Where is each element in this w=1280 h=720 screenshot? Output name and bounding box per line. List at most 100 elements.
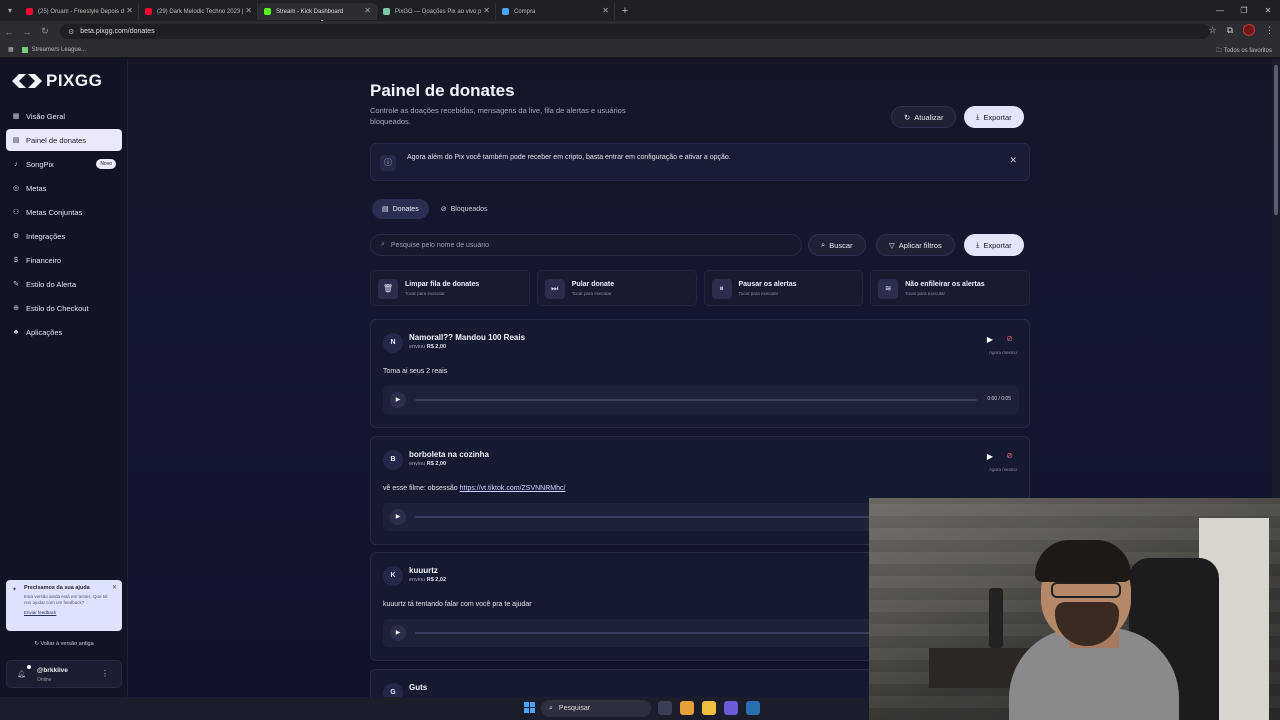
bookmark-item[interactable]: Streamers League... <box>21 46 86 53</box>
close-window-icon[interactable]: ✕ <box>1256 0 1280 21</box>
bell-icon[interactable]: 🔔︎ <box>17 670 26 678</box>
online-indicator <box>27 665 31 669</box>
reload-icon[interactable]: ↻ <box>36 26 54 37</box>
group-target-icon: ⚇ <box>12 209 20 216</box>
menu-icon[interactable]: ⋮ <box>1265 25 1274 36</box>
sidebar-item-painel-de-donates[interactable]: ▤ Painel de donates <box>6 129 122 151</box>
skip-donate-action[interactable]: ⏭︎ Pular donate Tocar para executar <box>536 270 697 306</box>
play-icon[interactable]: ▶ <box>390 392 406 408</box>
target-icon: ◎ <box>12 185 20 192</box>
export-button[interactable]: ⤓ Exportar <box>964 106 1024 128</box>
message-link[interactable]: https://vt.tiktok.com/ZSVNNRMhc/ <box>460 485 566 492</box>
sidebar-item-estilo-do-checkout[interactable]: ⊕ Estilo do Checkout <box>6 297 122 319</box>
play-icon[interactable]: ▶ <box>390 625 406 641</box>
feedback-card: ✦ ✕ Precisamos da sua ajuda Esta versão … <box>6 580 122 631</box>
sidebar-item-songpix[interactable]: ♪ SongPix Novo <box>6 153 122 175</box>
refresh-button[interactable]: ↻ Atualizar <box>891 106 957 128</box>
sidebar-item-metas-conjuntas[interactable]: ⚇ Metas Conjuntas <box>6 201 122 223</box>
play-icon[interactable]: ▶ <box>390 509 406 525</box>
sidebar: PIXGG ▦ Visão Geral ▤ Painel de donates ♪ S… <box>0 59 128 697</box>
task-view-icon[interactable] <box>658 701 672 715</box>
sidebar-item-estilo-do-alerta[interactable]: ✎ Estilo do Alerta <box>6 273 122 295</box>
tab-bloqueados[interactable]: ⊘ Bloqueados <box>431 199 498 219</box>
site-info-icon[interactable]: ⚙ <box>68 28 74 36</box>
tab-search-icon[interactable]: ▾ <box>0 0 20 21</box>
forward-icon[interactable]: → <box>18 27 36 37</box>
new-badge: Novo <box>96 159 116 169</box>
sidebar-item-financeiro[interactable]: $ Financeiro <box>6 249 122 271</box>
sidebar-nav: ▦ Visão Geral ▤ Painel de donates ♪ SongPix… <box>6 105 122 345</box>
search-icon: ⌕ <box>821 240 826 249</box>
minimize-icon[interactable]: — <box>1208 0 1232 21</box>
close-icon[interactable]: ✕ <box>602 6 609 15</box>
play-icon[interactable]: ▶ <box>987 452 993 461</box>
scrollbar-thumb[interactable] <box>1274 65 1278 215</box>
donate-message: kuuurtz tá tentando falar com você pra t… <box>383 601 532 608</box>
list-icon: ▤ <box>382 206 389 213</box>
send-feedback-link[interactable]: Enviar feedback <box>24 610 114 615</box>
all-bookmarks[interactable]: 🗀 Todos os favoritos <box>1216 46 1272 56</box>
taskbar-search[interactable]: ⌕ Pesquisar <box>541 700 651 717</box>
export-button-secondary[interactable]: ⤓ Exportar <box>964 234 1024 256</box>
close-icon[interactable]: ✕ <box>112 584 117 591</box>
layers-icon: ≋ <box>878 279 899 299</box>
new-tab-icon[interactable]: + <box>615 5 635 17</box>
block-icon[interactable]: ⊘ <box>1006 334 1013 343</box>
profile-avatar[interactable] <box>1243 24 1255 36</box>
apps-icon[interactable]: ▦ <box>8 46 14 53</box>
browser-tab-active[interactable]: Stream - Kick Dashboard ✕ <box>258 3 377 20</box>
browser-tab[interactable]: (29) Dark Melodic Techno 2023 | ✕ <box>139 3 258 20</box>
close-icon[interactable]: ✕ <box>364 6 371 15</box>
more-options-icon[interactable]: ⋮ <box>101 669 109 678</box>
discord-icon[interactable] <box>724 701 738 715</box>
download-icon: ⤓ <box>976 112 980 121</box>
progress-track[interactable] <box>415 399 977 401</box>
browser-tab[interactable]: Compra ✕ <box>496 3 615 20</box>
close-icon[interactable]: ✕ <box>483 6 490 15</box>
block-icon[interactable]: ⊘ <box>1006 451 1013 460</box>
clear-queue-action[interactable]: 🗑︎ Limpar fila de donates Tocar para execu… <box>370 270 530 306</box>
pixgg-icon <box>383 8 390 15</box>
browser-tab[interactable]: (25) Oruam - Freestyle Depois d ✕ <box>20 3 139 20</box>
windows-start-icon[interactable] <box>524 702 535 713</box>
bookmark-star-icon[interactable]: ☆ <box>1208 25 1216 36</box>
back-icon[interactable]: ← <box>0 27 18 37</box>
play-icon[interactable]: ▶ <box>987 335 993 344</box>
search-bar: ⌕ <box>370 234 802 256</box>
sidebar-item-aplicacoes[interactable]: ♣ Aplicações <box>6 321 122 343</box>
search-button[interactable]: ⌕ Buscar <box>808 234 866 256</box>
old-version-button[interactable]: ↻ Voltar à versão antiga <box>6 637 122 651</box>
search-input[interactable] <box>390 241 771 249</box>
donate-card: N Namorall?? Mandou 100 Reais enviou R$ … <box>370 319 1030 428</box>
sidebar-item-integracoes[interactable]: ⚙ Integrações <box>6 225 122 247</box>
search-icon: ⌕ <box>549 704 553 712</box>
sidebar-item-metas[interactable]: ◎ Metas <box>6 177 122 199</box>
webcam-overlay <box>869 498 1280 720</box>
bookmark-favicon <box>21 46 28 53</box>
no-queue-alerts-action[interactable]: ≋ Não enfileirar os alertas Tocar para exe… <box>870 270 1030 306</box>
download-icon: ⤓ <box>976 240 980 249</box>
pixgg-logo-icon <box>12 74 42 88</box>
logo[interactable]: PIXGG <box>12 71 102 91</box>
close-icon[interactable]: ✕ <box>126 6 133 15</box>
steam-icon <box>502 8 509 15</box>
chrome-icon[interactable] <box>680 701 694 715</box>
file-explorer-icon[interactable] <box>702 701 716 715</box>
steam-icon[interactable] <box>746 701 760 715</box>
pause-alerts-action[interactable]: ⏸︎ Pausar os alertas Tocar para executar <box>703 270 864 306</box>
maximize-icon[interactable]: ❐ <box>1232 0 1256 21</box>
apply-filters-button[interactable]: ▽ Aplicar filtros <box>876 234 955 256</box>
tab-donates[interactable]: ▤ Donates <box>372 199 429 219</box>
sidebar-item-visao-geral[interactable]: ▦ Visão Geral <box>6 105 122 127</box>
avatar: K <box>383 566 403 586</box>
youtube-icon <box>26 8 33 15</box>
close-icon[interactable]: ✕ <box>1009 155 1017 166</box>
extensions-icon[interactable]: ⧉ <box>1227 25 1233 36</box>
trash-icon: 🗑︎ <box>378 279 398 299</box>
money-icon: $ <box>14 256 18 264</box>
address-bar: ← → ↻ ⚙ beta.pixgg.com/donates ☆ ⧉ ⋮ <box>0 21 1280 42</box>
url-field[interactable]: ⚙ beta.pixgg.com/donates <box>60 24 1210 39</box>
browser-tab[interactable]: PixGG — Doações Pix ao vivo p ✕ <box>377 3 496 20</box>
user-box[interactable]: 🔔︎ @brkklive Online ⋮ <box>6 660 122 688</box>
close-icon[interactable]: ✕ <box>245 6 252 15</box>
